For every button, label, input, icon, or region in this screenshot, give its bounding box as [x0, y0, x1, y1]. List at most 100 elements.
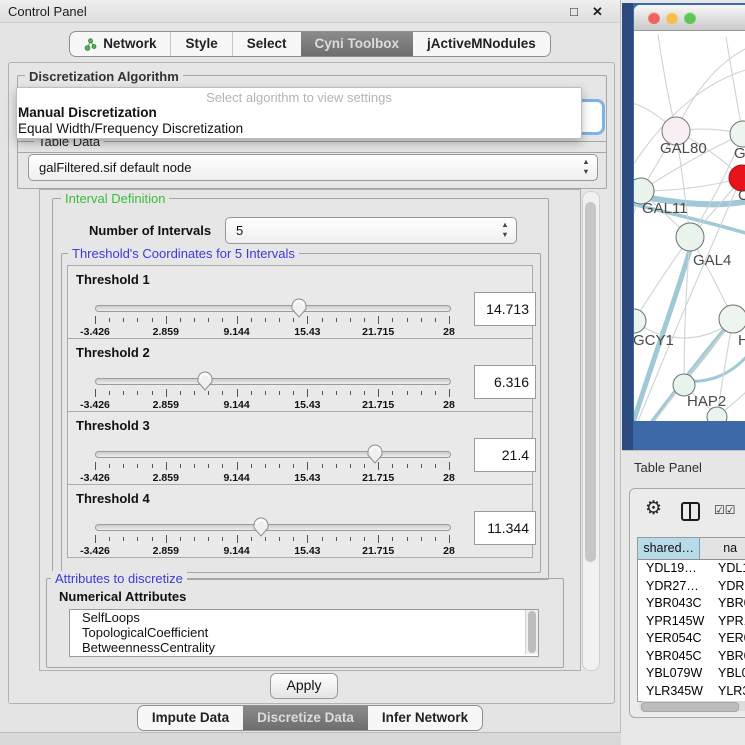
traffic-zoom-button[interactable]: [684, 12, 696, 24]
attribute-item-betweennesscentrality[interactable]: BetweennessCentrality: [70, 640, 538, 655]
table-cell: YLR3: [710, 683, 745, 701]
table-cell: YBR045C: [638, 648, 710, 666]
threshold-value-4[interactable]: 11.344: [474, 511, 536, 545]
tick: [222, 537, 223, 541]
tick: [336, 537, 337, 541]
tab-style[interactable]: Style: [170, 32, 231, 56]
algorithm-option-manual-discretization[interactable]: Manual Discretization: [18, 105, 578, 121]
table-row-4[interactable]: YPR145WYPR1: [638, 613, 745, 631]
table-data-combobox[interactable]: galFiltered.sif default node ▲▼: [28, 154, 598, 181]
bottom-tab-label-impute-data: Impute Data: [152, 706, 229, 730]
threshold-value-2[interactable]: 6.316: [474, 365, 536, 399]
column-header-2[interactable]: na: [700, 538, 745, 559]
threshold-slider-4[interactable]: -3.4262.8599.14415.4321.71528: [95, 519, 449, 555]
network-window-frame: GAL80G.CGAL11GAL4GCY1HHAP2: [622, 3, 745, 452]
table-header-row: shared…na: [638, 538, 745, 560]
slider-handle[interactable]: [196, 371, 214, 393]
tick: [137, 537, 138, 541]
listbox-scrollbar[interactable]: [525, 610, 538, 654]
threshold-slider-2[interactable]: -3.4262.8599.14415.4321.71528: [95, 373, 449, 409]
network-edge[interactable]: [641, 178, 742, 191]
tick: [166, 535, 167, 543]
gear-icon[interactable]: ⚙: [645, 499, 662, 518]
network-node-g-partial[interactable]: [730, 121, 745, 147]
threshold-slider-3[interactable]: -3.4262.8599.14415.4321.71528: [95, 446, 449, 482]
table-row-1[interactable]: YDL19…YDL1: [638, 560, 745, 578]
table-cell: YPR1: [710, 613, 745, 631]
network-edge[interactable]: [658, 35, 676, 131]
table-cell: YDR27…: [638, 578, 710, 596]
tick: [166, 389, 167, 397]
slider-handle[interactable]: [290, 298, 308, 320]
tab-cyni-toolbox[interactable]: Cyni Toolbox: [301, 32, 414, 56]
bottom-tab-impute-data[interactable]: Impute Data: [138, 706, 243, 730]
tick: [279, 391, 280, 395]
tick: [152, 537, 153, 541]
threshold-slider-1[interactable]: -3.4262.8599.14415.4321.71528: [95, 300, 449, 336]
attributes-listbox[interactable]: SelfLoopsTopologicalCoefficientBetweenne…: [69, 609, 539, 657]
threshold-value-1[interactable]: 14.713: [474, 292, 536, 326]
slider-track[interactable]: [95, 305, 451, 312]
tick: [307, 462, 308, 470]
number-of-intervals-combobox[interactable]: 5 ▲▼: [225, 217, 517, 244]
tick: [251, 318, 252, 322]
table-row-2[interactable]: YDR27…YDR2: [638, 578, 745, 596]
table-row-8[interactable]: YLR345WYLR3: [638, 683, 745, 701]
panel-scrollbar-thumb[interactable]: [585, 202, 596, 562]
column-header-1[interactable]: shared…: [638, 538, 700, 559]
tab-jactivemnodules[interactable]: jActiveMNodules: [413, 32, 550, 56]
tick-label: 21.715: [362, 399, 394, 411]
network-edge[interactable]: [634, 69, 745, 179]
table-row-6[interactable]: YBR045CYBR0: [638, 648, 745, 666]
bottom-tab-infer-network[interactable]: Infer Network: [368, 706, 482, 730]
table-hscrollbar[interactable]: [639, 701, 745, 711]
table-hscrollbar-thumb[interactable]: [641, 702, 739, 712]
table-cell: YDL19…: [638, 560, 710, 578]
slider-track[interactable]: [95, 451, 451, 458]
tick: [251, 464, 252, 468]
network-node-h-partial[interactable]: [719, 305, 745, 333]
node-table[interactable]: shared…naYDL19…YDL1YDR27…YDR2YBR043CYBR0…: [637, 537, 745, 702]
network-canvas[interactable]: GAL80G.CGAL11GAL4GCY1HHAP2: [634, 31, 745, 421]
traffic-minimize-button[interactable]: [666, 12, 678, 24]
slider-track[interactable]: [95, 378, 451, 385]
algorithm-option-equal-width-frequency-discretization[interactable]: Equal Width/Frequency Discretization: [18, 121, 578, 137]
tick: [322, 464, 323, 468]
tab-select[interactable]: Select: [232, 32, 301, 56]
tick: [407, 464, 408, 468]
slider-handle[interactable]: [252, 517, 270, 539]
algorithm-dropdown-popup: Select algorithm to view settings Manual…: [16, 87, 582, 139]
float-window-icon[interactable]: □: [570, 4, 578, 19]
slider-track[interactable]: [95, 524, 451, 531]
top-tabbar-wrap: NetworkStyleSelectCyni ToolboxjActiveMNo…: [0, 31, 620, 57]
close-window-icon[interactable]: ✕: [592, 4, 603, 20]
tick: [392, 537, 393, 541]
bottom-tab-discretize-data[interactable]: Discretize Data: [243, 706, 368, 730]
apply-button[interactable]: Apply: [270, 673, 338, 699]
slider-handle[interactable]: [366, 444, 384, 466]
tick: [307, 389, 308, 397]
checkbox-columns-icon[interactable]: ☑☑: [714, 503, 736, 517]
tick: [166, 316, 167, 324]
tick-label: -3.426: [80, 545, 110, 557]
tab-network[interactable]: Network: [70, 32, 170, 56]
table-data-value: galFiltered.sif default node: [39, 155, 191, 180]
threshold-value-3[interactable]: 21.4: [474, 438, 536, 472]
column-layout-icon[interactable]: [681, 502, 700, 521]
table-row-5[interactable]: YER054CYER0: [638, 630, 745, 648]
network-node-gal4[interactable]: [676, 223, 704, 251]
attribute-item-topologicalcoefficient[interactable]: TopologicalCoefficient: [70, 625, 538, 640]
traffic-close-button[interactable]: [648, 12, 660, 24]
attribute-item-selfloops[interactable]: SelfLoops: [70, 610, 538, 625]
network-node-label-gal4: GAL4: [693, 252, 731, 269]
tick: [152, 391, 153, 395]
panel-scrollbar[interactable]: [582, 191, 600, 671]
network-node-gcy1[interactable]: [634, 309, 646, 333]
tick: [137, 464, 138, 468]
listbox-scrollbar-thumb[interactable]: [528, 611, 536, 653]
table-cell: YDR2: [710, 578, 745, 596]
tick: [421, 391, 422, 395]
table-row-7[interactable]: YBL079WYBL0: [638, 665, 745, 683]
network-node-label-gcy1: GCY1: [634, 332, 674, 349]
table-row-3[interactable]: YBR043CYBR0: [638, 595, 745, 613]
